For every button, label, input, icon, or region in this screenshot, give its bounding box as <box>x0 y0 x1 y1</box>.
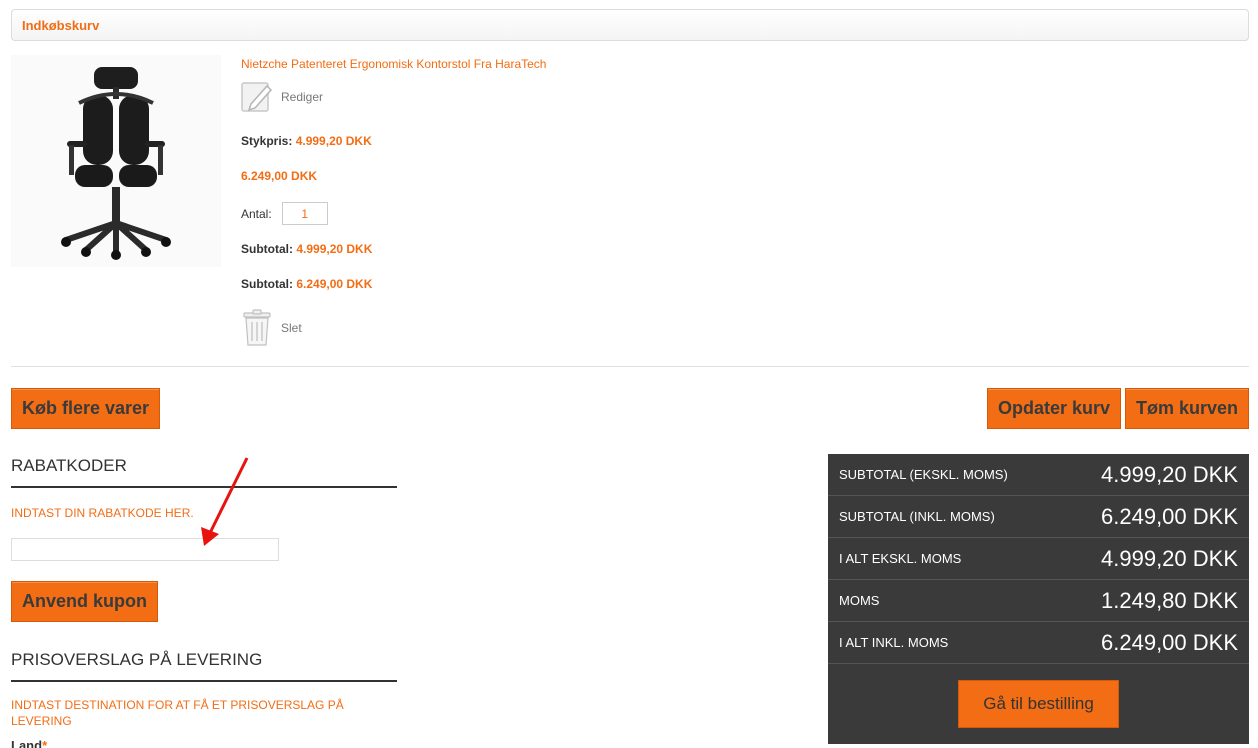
edit-item-button[interactable]: Rediger <box>241 80 323 114</box>
subtotal-excl-line: Subtotal: 4.999,20 DKK <box>241 242 372 256</box>
office-chair-image <box>11 55 221 267</box>
unit-price-incl-line: 6.249,00 DKK <box>241 169 317 183</box>
product-image[interactable] <box>11 55 221 267</box>
page-title: Indkøbskurv <box>22 18 100 33</box>
subtotal-excl-value: 4.999,20 DKK <box>296 242 373 256</box>
totals-row: I ALT INKL. MOMS 6.249,00 DKK <box>828 622 1249 664</box>
unit-price-incl-value: 6.249,00 DKK <box>241 169 318 183</box>
quantity-row: Antal: <box>241 202 328 225</box>
subtotal-incl-value: 6.249,00 DKK <box>296 277 373 291</box>
discount-title: RABATKODER <box>11 456 127 475</box>
checkout-button[interactable]: Gå til bestilling <box>958 680 1119 728</box>
empty-cart-button[interactable]: Tøm kurven <box>1125 388 1249 429</box>
totals-row-label: I ALT EKSKL. MOMS <box>839 551 962 566</box>
country-label-text: Land <box>11 738 43 748</box>
trash-icon <box>241 309 273 347</box>
totals-row-label: SUBTOTAL (EKSKL. MOMS) <box>839 467 1008 482</box>
unit-price-line: Stykpris: 4.999,20 DKK <box>241 134 372 148</box>
totals-row-amount: 1.249,80 DKK <box>1101 587 1238 613</box>
totals-row: SUBTOTAL (INKL. MOMS) 6.249,00 DKK <box>828 496 1249 538</box>
product-name-link[interactable]: Nietzche Patenteret Ergonomisk Kontorsto… <box>241 57 546 71</box>
totals-row: I ALT EKSKL. MOMS 4.999,20 DKK <box>828 538 1249 580</box>
edit-icon <box>241 80 273 114</box>
unit-price-value: 4.999,20 DKK <box>295 134 372 148</box>
shipping-rule <box>11 680 397 682</box>
quantity-label: Antal: <box>241 206 272 221</box>
totals-panel: SUBTOTAL (EKSKL. MOMS) 4.999,20 DKK SUBT… <box>828 454 1249 744</box>
totals-row-amount: 6.249,00 DKK <box>1101 629 1238 655</box>
totals-row: MOMS 1.249,80 DKK <box>828 580 1249 622</box>
cart-divider <box>11 366 1249 367</box>
continue-shopping-button[interactable]: Køb flere varer <box>11 388 160 429</box>
delete-item-button[interactable]: Slet <box>241 309 302 347</box>
delete-label: Slet <box>281 321 302 335</box>
totals-row: SUBTOTAL (EKSKL. MOMS) 4.999,20 DKK <box>828 454 1249 496</box>
discount-hint: INDTAST DIN RABATKODE HER. <box>11 506 194 520</box>
update-cart-button[interactable]: Opdater kurv <box>987 388 1121 429</box>
shipping-hint: INDTAST DESTINATION FOR AT FÅ ET PRISOVE… <box>11 698 344 728</box>
arrow-annotation <box>201 457 249 546</box>
shipping-title: PRISOVERSLAG PÅ LEVERING <box>11 650 263 669</box>
totals-row-label: MOMS <box>839 593 880 608</box>
totals-row-amount: 4.999,20 DKK <box>1101 545 1238 571</box>
country-label: Land* <box>11 738 47 748</box>
subtotal-label: Subtotal: <box>241 242 293 256</box>
totals-row-amount: 6.249,00 DKK <box>1101 503 1238 529</box>
totals-row-label: I ALT INKL. MOMS <box>839 635 949 650</box>
apply-coupon-button[interactable]: Anvend kupon <box>11 581 158 622</box>
subtotal-label-2: Subtotal: <box>241 277 293 291</box>
unit-price-label: Stykpris: <box>241 134 293 148</box>
subtotal-incl-line: Subtotal: 6.249,00 DKK <box>241 277 372 291</box>
quantity-input[interactable] <box>281 202 328 225</box>
edit-label: Rediger <box>281 90 324 104</box>
totals-row-amount: 4.999,20 DKK <box>1101 461 1238 487</box>
required-mark: * <box>42 738 48 748</box>
cart-header-bar: Indkøbskurv <box>11 9 1249 41</box>
totals-row-label: SUBTOTAL (INKL. MOMS) <box>839 509 995 524</box>
